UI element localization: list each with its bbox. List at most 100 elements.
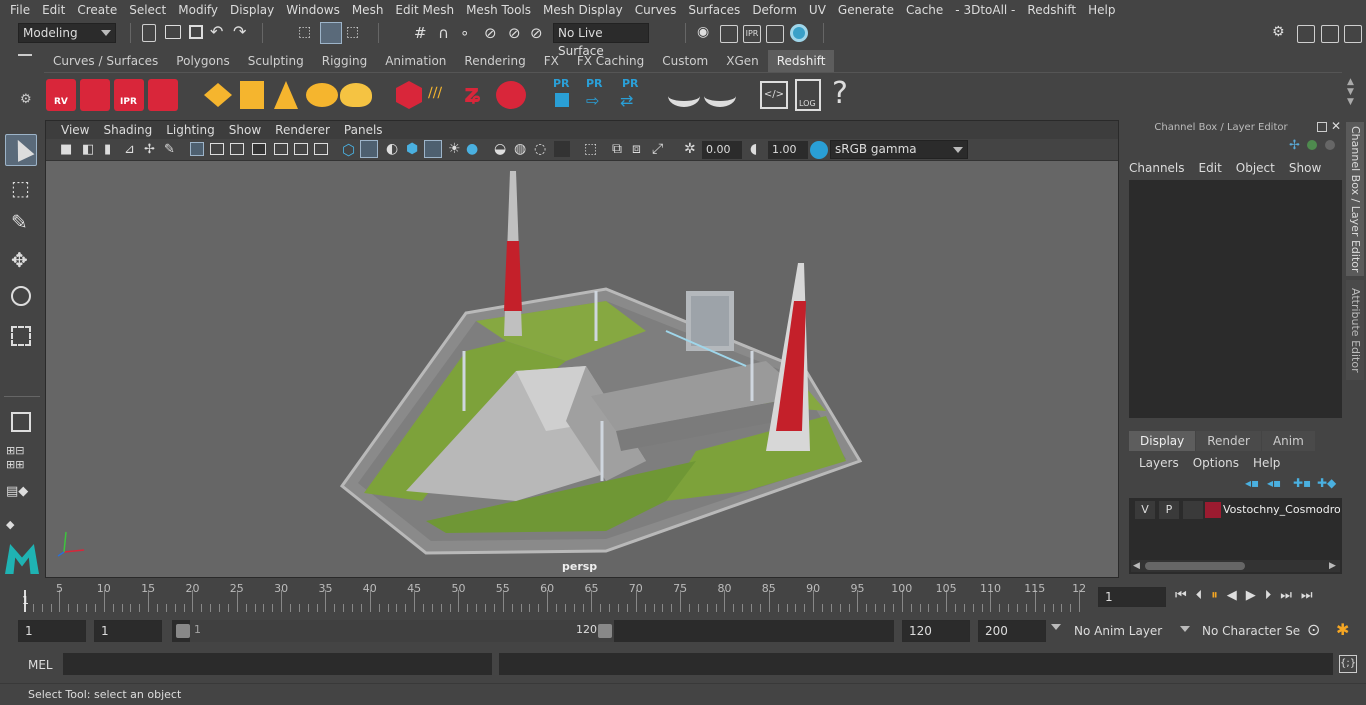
mel-label[interactable]: MEL <box>28 658 53 672</box>
viewport-menu-shading[interactable]: Shading <box>96 121 159 139</box>
menu-3dtoall[interactable]: - 3DtoAll - <box>949 0 1021 20</box>
workspace-icon[interactable]: ⚙ <box>1272 24 1290 42</box>
shelf-tab-redshift[interactable]: Redshift <box>767 50 835 72</box>
close-icon[interactable]: ✕ <box>1331 119 1341 133</box>
redshift-proxy-icon[interactable] <box>396 81 422 109</box>
layer-row[interactable]: V P Vostochny_Cosmodrome <box>1135 501 1340 519</box>
motion-blur-icon[interactable]: ◒ <box>494 141 506 157</box>
tab-anim[interactable]: Anim <box>1261 431 1315 451</box>
menu-mesh-display[interactable]: Mesh Display <box>537 0 629 20</box>
make-live-icon[interactable]: ⊘ <box>508 24 526 42</box>
redshift-ipr-button[interactable]: IPR <box>114 79 144 111</box>
smooth-shade-icon[interactable] <box>360 140 378 158</box>
select-hierarchy-icon[interactable]: ⬚ <box>298 24 316 42</box>
channel-list[interactable] <box>1129 180 1342 418</box>
redshift-sun-sky-icon[interactable] <box>340 83 372 107</box>
menu-windows[interactable]: Windows <box>280 0 346 20</box>
character-set-dropdown[interactable]: No Character Set <box>1196 620 1300 642</box>
shelf-scroll-icon[interactable]: ▲ ▼ ▼ <box>1347 77 1354 107</box>
range-slider[interactable]: 1 120 <box>172 620 894 642</box>
menu-display[interactable]: Display <box>224 0 280 20</box>
layer-visibility-toggle[interactable]: V <box>1135 501 1155 519</box>
menu-edit[interactable]: Edit <box>36 0 71 20</box>
redshift-curve-icon[interactable]: ʑ <box>464 79 494 111</box>
view-transform-icon[interactable] <box>810 141 828 159</box>
snap-point-icon[interactable]: ∘ <box>460 24 478 42</box>
redshift-area-light-icon[interactable] <box>240 81 264 109</box>
redshift-help-button[interactable]: ? <box>832 73 848 115</box>
shelf-settings-icon[interactable]: ⚙ <box>20 92 32 107</box>
render-view-icon[interactable]: ◉ <box>697 24 715 42</box>
move-tool-button[interactable]: ✥ <box>5 246 37 278</box>
end-time-field[interactable]: 200 <box>978 620 1046 642</box>
layer-scrollbar[interactable]: ◀ ▶ <box>1131 560 1340 572</box>
grid-icon[interactable] <box>190 142 204 156</box>
redshift-pr-object-button[interactable]: PR <box>551 77 575 111</box>
viewport-menu-panels[interactable]: Panels <box>337 121 390 139</box>
screen-space-ao-icon[interactable]: ● <box>466 141 478 157</box>
use-all-lights-icon[interactable] <box>424 140 442 158</box>
menu-create[interactable]: Create <box>71 0 123 20</box>
float-panel-icon[interactable] <box>1317 122 1327 132</box>
menu-mesh[interactable]: Mesh <box>346 0 390 20</box>
textured-icon[interactable]: ⬢ <box>406 141 418 157</box>
channel-box-toggle-icon[interactable] <box>1344 25 1362 43</box>
shelf-tab-polygons[interactable]: Polygons <box>167 50 238 72</box>
go-to-end-icon[interactable]: ⏭ <box>1301 588 1322 603</box>
anim-layer-dropdown[interactable]: No Anim Layer <box>1068 620 1178 642</box>
shelf-tab-fx[interactable]: FX <box>535 50 568 72</box>
menu-curves[interactable]: Curves <box>629 0 683 20</box>
gate-mask-icon[interactable] <box>252 143 266 155</box>
tab-attribute-editor[interactable]: Attribute Editor <box>1346 280 1364 380</box>
shelf-menu-icon[interactable] <box>18 54 32 66</box>
shelf-tab-sculpting[interactable]: Sculpting <box>239 50 313 72</box>
exposure-field[interactable]: 0.00 <box>702 141 742 159</box>
shelf-tab-rendering[interactable]: Rendering <box>455 50 534 72</box>
shelf-tab-fx-caching[interactable]: FX Caching <box>568 50 653 72</box>
viewport-menu-lighting[interactable]: Lighting <box>159 121 222 139</box>
scale-tool-button[interactable] <box>5 320 37 352</box>
step-forward-frame-icon[interactable]: ⏭ <box>1280 588 1301 603</box>
camera-select-icon[interactable]: ■ <box>60 142 72 157</box>
field-chart-icon[interactable] <box>274 143 288 155</box>
layout-quad-icon[interactable]: ⊞⊟ ⊞⊞ <box>6 444 38 472</box>
redshift-render-view-button[interactable]: RV <box>46 79 76 111</box>
render-current-icon[interactable] <box>720 25 738 43</box>
image-plane-icon[interactable]: ⊿ <box>124 142 135 157</box>
playback-end-field[interactable]: 120 <box>902 620 970 642</box>
speed-icon[interactable] <box>1307 140 1317 150</box>
wireframe-on-shaded-icon[interactable]: ◐ <box>386 141 398 157</box>
layer-menu-help[interactable]: Help <box>1253 456 1294 470</box>
chevron-down-icon[interactable] <box>1180 626 1190 632</box>
viewport-menu-renderer[interactable]: Renderer <box>268 121 337 139</box>
move-layer-up-icon[interactable]: ◂▪ <box>1245 476 1259 490</box>
attribute-editor-toggle-icon[interactable] <box>1297 25 1315 43</box>
safe-title-icon[interactable] <box>314 143 328 155</box>
depth-of-field-icon[interactable]: ◌ <box>534 141 546 157</box>
multisample-aa-icon[interactable]: ◍ <box>514 141 526 157</box>
script-editor-icon[interactable]: {;} <box>1339 655 1357 673</box>
redshift-bake-icon[interactable] <box>668 85 700 107</box>
snap-grid-icon[interactable]: # <box>414 24 432 42</box>
tab-render[interactable]: Render <box>1196 431 1261 451</box>
shelf-tab-xgen[interactable]: XGen <box>717 50 768 72</box>
start-time-field[interactable]: 1 <box>18 620 86 642</box>
layer-name[interactable]: Vostochny_Cosmodrome <box>1223 501 1340 519</box>
menu-mesh-tools[interactable]: Mesh Tools <box>460 0 537 20</box>
go-to-start-icon[interactable]: ⏮ <box>1175 588 1196 603</box>
select-tool-button[interactable] <box>5 134 37 166</box>
menu-redshift[interactable]: Redshift <box>1021 0 1082 20</box>
shelf-tab-animation[interactable]: Animation <box>376 50 455 72</box>
resolution-gate-icon[interactable] <box>230 143 244 155</box>
snap-surface-icon[interactable]: ⊘ <box>530 24 548 42</box>
layer-color-swatch[interactable] <box>1205 502 1221 518</box>
layout-outliner-icon[interactable]: ▤◆ <box>6 484 38 506</box>
scroll-right-icon[interactable]: ▶ <box>1329 560 1336 572</box>
shelf-tab-curves-surfaces[interactable]: Curves / Surfaces <box>44 50 167 72</box>
step-back-frame-icon[interactable]: ⏸ <box>1211 588 1227 603</box>
play-forwards-icon[interactable]: ▶ <box>1246 588 1265 603</box>
wireframe-icon[interactable]: ⬡ <box>342 141 355 159</box>
auto-key-icon[interactable]: ⊙ <box>1307 620 1320 639</box>
menu-select[interactable]: Select <box>123 0 172 20</box>
film-gate-icon[interactable] <box>210 143 224 155</box>
